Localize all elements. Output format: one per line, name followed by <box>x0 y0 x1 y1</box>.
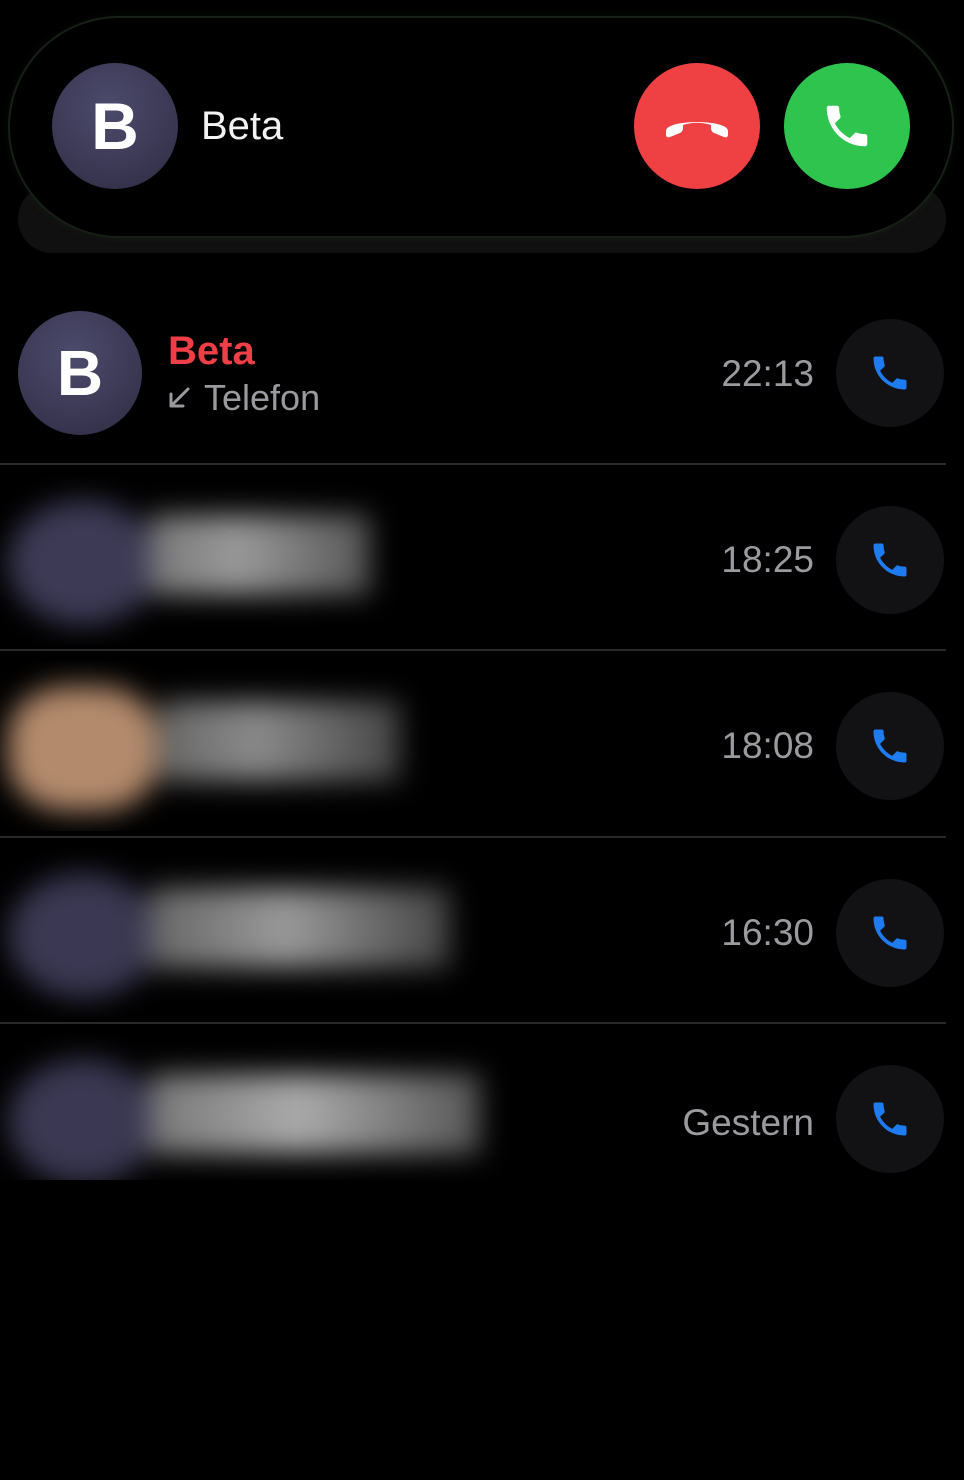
phone-icon <box>873 729 907 763</box>
call-back-button[interactable] <box>836 319 944 427</box>
call-time: 22:13 <box>721 353 814 394</box>
blurred-contact <box>0 1034 530 1180</box>
recent-call-row[interactable]: 18:08 <box>0 661 964 831</box>
call-type: Telefon <box>166 377 320 419</box>
call-type-label: Telefon <box>204 377 321 418</box>
accept-call-button[interactable] <box>784 63 910 189</box>
caller-avatar-initial: B <box>91 89 139 163</box>
caller-name: Beta <box>201 104 284 148</box>
call-time: 16:30 <box>721 912 814 953</box>
call-time: 18:08 <box>721 725 814 766</box>
contact-name: Beta <box>168 329 255 373</box>
row-divider <box>0 1022 946 1024</box>
phone-icon <box>873 356 907 390</box>
call-back-button[interactable] <box>836 1065 944 1173</box>
blurred-contact <box>0 848 500 1018</box>
phone-icon <box>873 543 907 577</box>
call-back-button[interactable] <box>836 879 944 987</box>
row-divider <box>0 649 946 651</box>
caller-avatar: B <box>52 63 178 189</box>
call-back-button[interactable] <box>836 692 944 800</box>
empty-area <box>0 1182 964 1480</box>
blurred-contact <box>0 661 440 831</box>
decline-call-button[interactable] <box>634 63 760 189</box>
phone-icon <box>873 1102 907 1136</box>
contact-avatar: B <box>18 311 142 435</box>
phone-icon <box>826 105 868 147</box>
phone-hangup-icon <box>666 122 728 138</box>
blurred-contact <box>0 475 420 645</box>
call-back-button[interactable] <box>836 506 944 614</box>
incoming-arrow-icon <box>169 387 190 408</box>
call-time: Gestern <box>682 1102 814 1143</box>
recent-call-row[interactable]: 18:25 <box>0 475 964 645</box>
recent-call-row[interactable]: Gestern <box>0 1034 964 1180</box>
row-divider <box>0 463 946 465</box>
recent-call-row[interactable]: B Beta Telefon 22:13 <box>0 311 964 461</box>
phone-icon <box>873 916 907 950</box>
call-time: 18:25 <box>721 539 814 580</box>
row-divider <box>0 836 946 838</box>
contact-avatar-initial: B <box>56 337 104 409</box>
recent-call-row[interactable]: 16:30 <box>0 848 964 1018</box>
incoming-call-banner[interactable]: B Beta <box>10 18 952 236</box>
